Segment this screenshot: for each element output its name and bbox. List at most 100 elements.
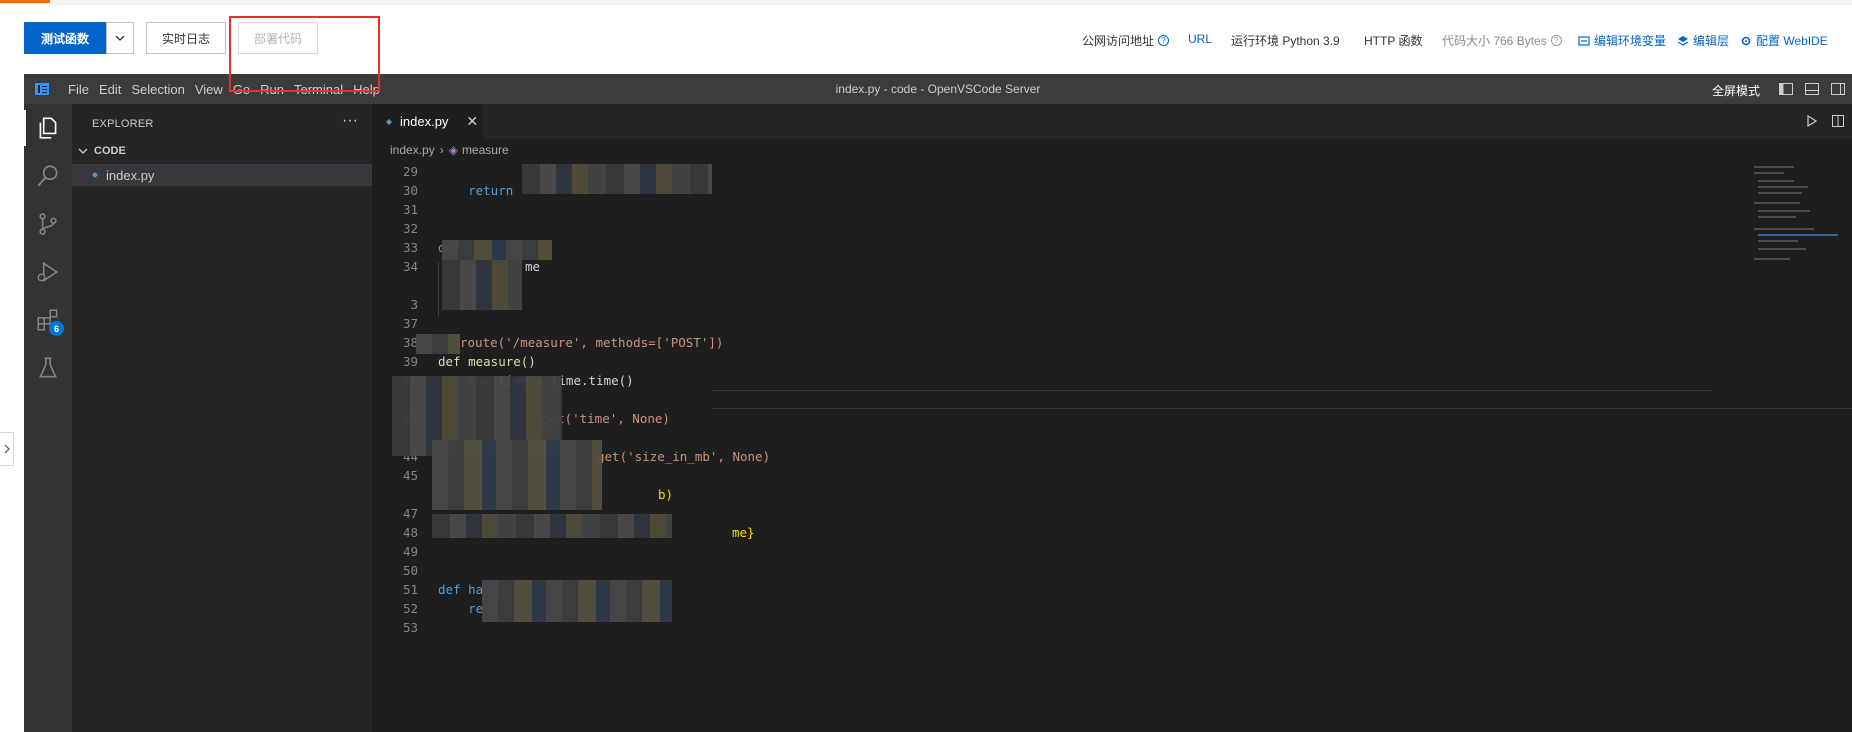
run-debug-activity[interactable] [24, 248, 72, 296]
python-file-icon [386, 118, 392, 125]
code-line: 50 [372, 561, 1752, 580]
redacted-region [416, 334, 460, 354]
code-text: me [525, 259, 541, 274]
line-number: 45 [402, 468, 418, 483]
code-text: def measure() [438, 354, 536, 369]
expand-panel-handle[interactable] [0, 432, 14, 466]
explorer-activity[interactable] [24, 104, 72, 152]
code-line: 42get('time', None) [372, 409, 1752, 428]
testing-icon [39, 357, 57, 378]
folder-section-code[interactable]: CODE [76, 144, 126, 158]
breadcrumb-symbol[interactable]: measure [462, 143, 509, 157]
title-bar: File Edit Selection View Go Run Terminal… [24, 74, 1852, 104]
edit-env-vars-text[interactable]: 编辑环境变量 [1594, 32, 1666, 49]
code-text: return [438, 183, 514, 198]
line-number: 3 [410, 297, 418, 312]
editor-actions [1804, 113, 1846, 129]
explorer-sidebar: EXPLORER ··· CODE index.py [72, 104, 372, 732]
public-address[interactable]: 公网访问地址 ? [1082, 32, 1170, 49]
configure-webide-link[interactable]: 配置 WebIDE [1740, 32, 1828, 49]
editor-tab-bar: index.py ✕ [372, 104, 1852, 139]
code-line: 39 def measure() [372, 352, 1752, 371]
breadcrumb: index.py › ◈ measure [390, 143, 509, 157]
code-size-label: 代码大小 766 Bytes [1442, 34, 1547, 48]
line-number: 37 [402, 316, 418, 331]
line-number: 39 [402, 354, 418, 369]
trigger-info: HTTP 函数 [1364, 32, 1422, 49]
layers-icon [1677, 35, 1689, 46]
testing-activity[interactable] [24, 344, 72, 392]
question-icon[interactable]: ? [1550, 35, 1562, 46]
method-icon: ◈ [448, 143, 458, 157]
code-line: 33def [372, 238, 1752, 257]
edit-env-vars-link[interactable]: 编辑环境变量 [1578, 32, 1666, 49]
code-text: get('size_in_mb', None) [597, 449, 771, 464]
question-icon[interactable]: ? [1158, 35, 1170, 46]
search-icon [37, 165, 58, 187]
minimap[interactable] [1754, 162, 1844, 282]
explorer-title: EXPLORER [92, 118, 154, 130]
line-number: 31 [402, 202, 418, 217]
edit-layers-text[interactable]: 编辑层 [1693, 32, 1729, 49]
edit-layers-link[interactable]: 编辑层 [1677, 32, 1729, 49]
realtime-log-button[interactable]: 实时日志 [146, 22, 226, 54]
code-line: 31 [372, 200, 1752, 219]
tab-label: index.py [400, 114, 449, 129]
url-link-text[interactable]: URL [1188, 32, 1212, 46]
window-title: index.py - code - OpenVSCode Server [835, 82, 1041, 96]
redacted-region [432, 514, 672, 538]
editor-area: index.py ✕ index.py › ◈ measure 29 30 re… [372, 104, 1852, 732]
line-number: 34 [402, 259, 418, 274]
line-number: 53 [402, 620, 418, 635]
source-control-activity[interactable] [24, 200, 72, 248]
breadcrumb-file[interactable]: index.py [390, 143, 435, 157]
tab-index-py[interactable]: index.py ✕ [372, 104, 482, 139]
folder-name: CODE [94, 145, 126, 157]
line-number: 48 [402, 525, 418, 540]
separator-line [712, 408, 1852, 409]
runtime-label: 运行环境 Python 3.9 [1231, 34, 1340, 48]
file-item-index-py[interactable]: index.py [72, 164, 372, 186]
split-editor-icon[interactable] [1830, 113, 1846, 129]
test-dropdown-button[interactable] [106, 22, 134, 54]
activity-bar: 6 [24, 104, 72, 732]
code-line: 3 [372, 295, 1752, 314]
code-line: 37 [372, 314, 1752, 333]
test-function-button[interactable]: 测试函数 [24, 22, 106, 54]
deploy-code-button[interactable]: 部署代码 [238, 22, 318, 54]
more-actions-icon[interactable]: ··· [342, 112, 358, 130]
console-toolbar: 测试函数 实时日志 部署代码 公网访问地址 ? URL 运行环境 Python … [0, 5, 1852, 73]
redacted-region [482, 580, 672, 622]
line-number: 29 [402, 164, 418, 179]
toggle-panel-icon[interactable] [1804, 81, 1820, 97]
line-number: 32 [402, 221, 418, 236]
vscode-window: File Edit Selection View Go Run Terminal… [24, 74, 1852, 732]
toggle-sidebar-icon[interactable] [1778, 81, 1794, 97]
fullscreen-button[interactable]: 全屏模式 [1712, 82, 1760, 99]
runtime-info: 运行环境 Python 3.9 [1231, 32, 1340, 49]
code-editor[interactable]: 29 30 return 31 32 33def 34 me 3 37 38 rou… [372, 162, 1752, 662]
redacted-region [432, 440, 602, 510]
search-activity[interactable] [24, 152, 72, 200]
toggle-secondary-sidebar-icon[interactable] [1830, 81, 1846, 97]
python-file-icon [92, 172, 98, 178]
chevron-right-icon [4, 444, 10, 454]
code-size-info: 代码大小 766 Bytes ? [1442, 32, 1562, 49]
run-icon[interactable] [1804, 113, 1820, 129]
code-line: 40 now_time = time.time() [372, 371, 1752, 390]
url-link[interactable]: URL [1188, 32, 1212, 46]
code-line: 38 route('/measure', methods=['POST']) [372, 333, 1752, 352]
run-debug-icon [37, 261, 59, 283]
trigger-label: HTTP 函数 [1364, 34, 1423, 48]
close-icon[interactable]: ✕ [466, 113, 478, 130]
separator-line [712, 390, 1712, 391]
line-number: 52 [402, 601, 418, 616]
redacted-region [522, 164, 712, 194]
public-address-label: 公网访问地址 [1082, 34, 1155, 48]
configure-webide-text[interactable]: 配置 WebIDE [1756, 32, 1828, 49]
line-number: 33 [402, 240, 418, 255]
extensions-activity[interactable]: 6 [24, 296, 72, 344]
settings-icon [1741, 36, 1751, 45]
